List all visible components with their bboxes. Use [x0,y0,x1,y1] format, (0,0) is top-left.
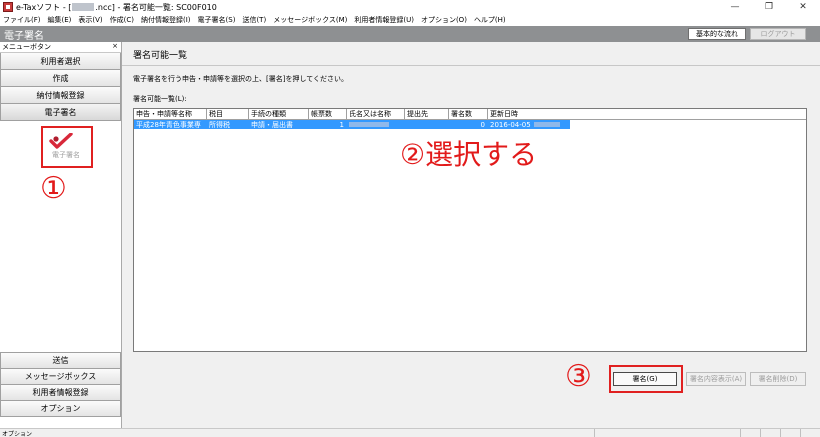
cell-submit-to [405,120,449,129]
col-updated[interactable]: 更新日時 [488,109,570,119]
screen-title: 電子署名 [4,30,44,42]
sidebar-item-options[interactable]: オプション [0,400,121,417]
col-procedure[interactable]: 手続の種類 [249,109,309,119]
sidebar-item-send[interactable]: 送信 [0,352,121,369]
screen-header: 電子署名 基本的な流れ ログアウト [0,26,820,42]
menu-user-info[interactable]: 利用者情報登録(U) [354,15,414,25]
list-header: 申告・申請等名称 税目 手続の種類 帳票数 氏名又は名称 提出先 署名数 更新日… [134,109,806,120]
status-segment [594,429,595,437]
sidebar-bottom-group: 送信 メッセージボックス 利用者情報登録 オプション [0,352,121,417]
sidebar-item-signature[interactable]: 電子署名 [0,104,121,121]
menu-file[interactable]: ファイル(F) [3,15,41,25]
sidebar-header-label: メニューボタン [2,43,51,51]
sidebar-header: メニューボタン × [0,42,121,53]
menu-signature[interactable]: 電子署名(S) [198,15,236,25]
app-icon [3,2,13,12]
title-file: .ncc] [95,2,115,12]
cell-holder [347,120,405,129]
status-text: オプション [2,430,33,437]
step1-annotation: ① [40,171,67,206]
col-forms[interactable]: 帳票数 [309,109,347,119]
title-divider [122,65,820,66]
redacted-time [533,122,560,127]
col-holder[interactable]: 氏名又は名称 [347,109,405,119]
menu-options[interactable]: オプション(O) [421,15,467,25]
menu-bar: ファイル(F) 編集(E) 表示(V) 作成(C) 納付情報登録(I) 電子署名… [0,14,820,26]
step2-annotation: ②選択する [400,138,538,171]
list-label: 署名可能一覧(L): [133,95,187,103]
menu-sidebar: メニューボタン × 利用者選択 作成 納付情報登録 電子署名 送信 メッセージボ… [0,42,122,429]
status-segment [780,429,781,437]
status-segment [740,429,741,437]
title-prefix: e-Taxソフト - [ [16,2,72,12]
menu-payment[interactable]: 納付情報登録(I) [141,15,191,25]
sidebar-item-payment[interactable]: 納付情報登録 [0,87,121,104]
sidebar-item-user-select[interactable]: 利用者選択 [0,53,121,70]
sidebar-item-messagebox[interactable]: メッセージボックス [0,368,121,385]
cell-updated: 2016-04-05 [488,120,570,129]
col-tax[interactable]: 税目 [207,109,249,119]
cell-tax: 所得税 [207,120,249,129]
sidebar-item-user-info[interactable]: 利用者情報登録 [0,384,121,401]
sign-button[interactable]: 署名(G) [613,372,677,386]
delete-signature-button[interactable]: 署名削除(D) [750,372,806,386]
status-bar: オプション [0,428,820,437]
restore-button[interactable]: ❐ [752,0,786,14]
cell-signatures: 0 [449,120,488,129]
minimize-button[interactable]: — [718,0,752,14]
col-signatures[interactable]: 署名数 [449,109,488,119]
menu-create[interactable]: 作成(C) [110,15,134,25]
col-name[interactable]: 申告・申請等名称 [134,109,207,119]
title-bar: e-Taxソフト - [ .ncc] - 署名可能一覧: SC00F010 — ❐… [0,0,820,14]
menu-view[interactable]: 表示(V) [78,15,102,25]
status-segment [760,429,761,437]
redacted-filename [72,3,95,11]
title-suffix: - 署名可能一覧: SC00F010 [117,2,217,12]
sidebar-item-create[interactable]: 作成 [0,70,121,87]
menu-send[interactable]: 送信(T) [242,15,266,25]
menu-edit[interactable]: 編集(E) [48,15,72,25]
cell-updated-date: 2016-04-05 [490,120,531,129]
table-row[interactable]: 平成28年青色事業専 所得税 申請・届出書 1 0 2016-04-05 [134,120,806,129]
close-button[interactable]: ✕ [786,0,820,14]
col-submit-to[interactable]: 提出先 [405,109,449,119]
basic-flow-button[interactable]: 基本的な流れ [688,28,746,40]
sidebar-close-icon[interactable]: × [112,42,118,50]
cell-forms: 1 [309,120,347,129]
step3-annotation: ③ [565,359,592,394]
status-segment [800,429,801,437]
menu-messagebox[interactable]: メッセージボックス(M) [273,15,347,25]
view-signature-button[interactable]: 署名内容表示(A) [686,372,746,386]
page-title: 署名可能一覧 [133,51,188,61]
menu-help[interactable]: ヘルプ(H) [474,15,506,25]
cell-name: 平成28年青色事業専 [134,120,207,129]
logout-button[interactable]: ログアウト [750,28,806,40]
step1-highlight-box [41,126,93,168]
cell-procedure: 申請・届出書 [249,120,309,129]
window-title: e-Taxソフト - [ .ncc] - 署名可能一覧: SC00F010 [16,2,217,13]
instruction-text: 電子署名を行う申告・申請等を選択の上、[署名]を押してください。 [133,75,349,83]
redacted-holder [349,122,389,127]
